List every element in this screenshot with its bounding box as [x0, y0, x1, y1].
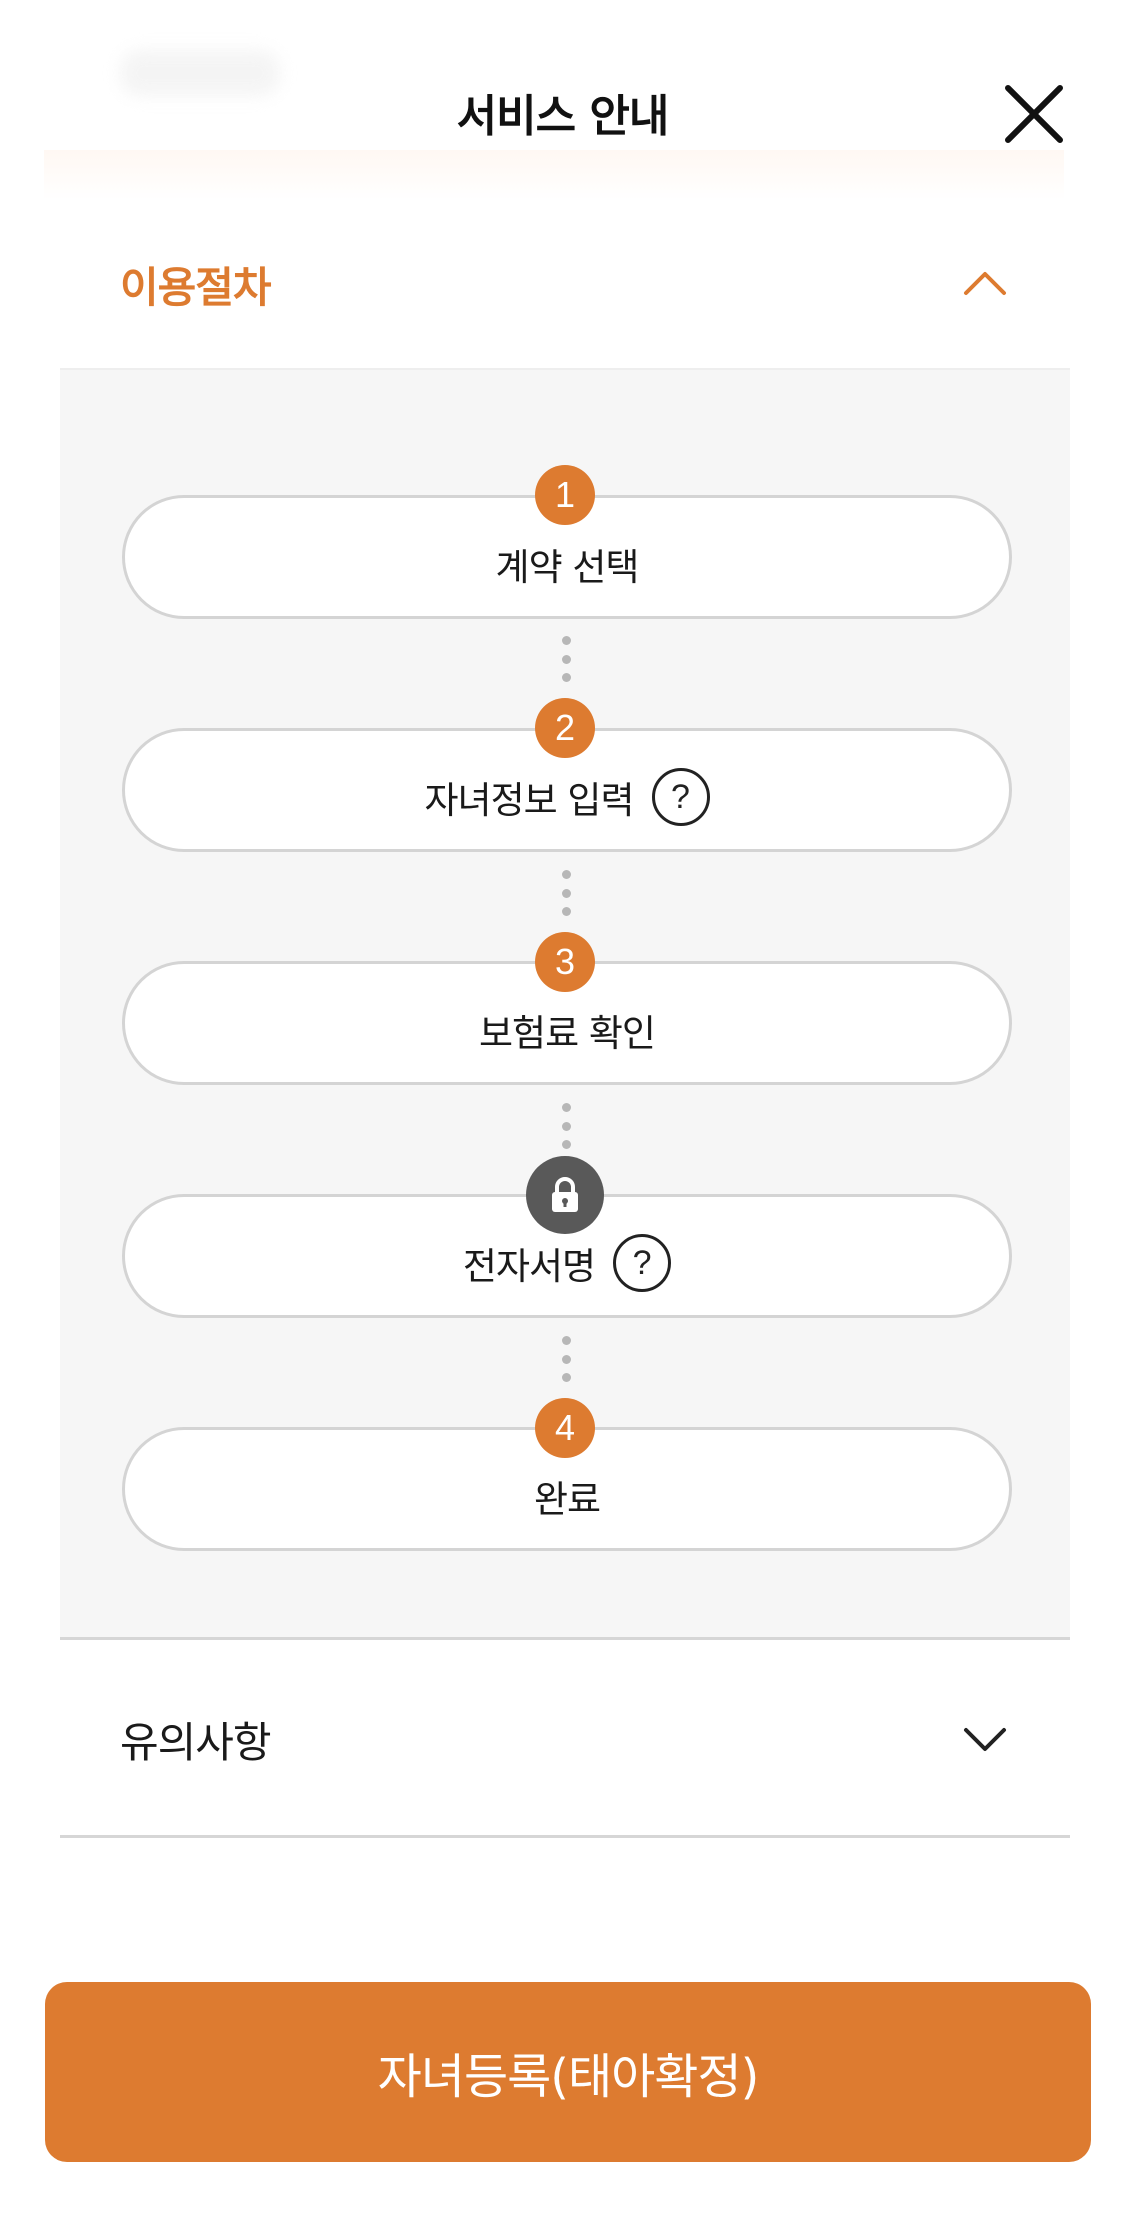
help-question-icon[interactable]: ?: [651, 768, 710, 826]
lock-icon: [552, 1177, 578, 1212]
lock-badge: [526, 1156, 604, 1234]
header: 서비스 안내: [0, 0, 1125, 200]
step-connector: [562, 870, 572, 916]
accordion-procedure[interactable]: 이용절차: [60, 200, 1070, 370]
step-number-badge: 3: [535, 932, 595, 992]
step-number-badge: 4: [535, 1398, 595, 1458]
chevron-down-icon: [964, 1728, 1006, 1751]
register-child-button[interactable]: 자녀등록(태아확정): [45, 1982, 1091, 2162]
chevron-up-icon: [964, 272, 1006, 295]
accordion-title: 이용절차: [120, 262, 272, 312]
step-label: 계약 선택: [495, 546, 640, 589]
service-guide-page: 서비스 안내 이용절차 계약 선택 1 자녀정보 입력 ? 2 보험료 확인 3…: [0, 0, 1125, 2227]
step-number-badge: 2: [535, 698, 595, 758]
step-connector: [562, 1103, 572, 1149]
step-label: 전자서명: [462, 1245, 596, 1288]
step-label: 완료: [533, 1478, 601, 1521]
accordion-title: 유의사항: [120, 1717, 272, 1767]
procedure-steps-panel: 계약 선택 1 자녀정보 입력 ? 2 보험료 확인 3 전자서명 ? 완료 4: [60, 370, 1070, 1640]
page-title: 서비스 안내: [456, 91, 670, 142]
step-connector: [562, 636, 572, 682]
step-label: 보험료 확인: [479, 1012, 656, 1055]
header-divider: [44, 150, 1064, 200]
step-label: 자녀정보 입력: [424, 779, 634, 822]
accordion-notice[interactable]: 유의사항: [60, 1643, 1070, 1838]
help-question-icon[interactable]: ?: [613, 1234, 672, 1292]
close-icon: [1005, 85, 1063, 143]
close-button[interactable]: [1002, 82, 1066, 146]
step-number-badge: 1: [535, 465, 595, 525]
step-connector: [562, 1336, 572, 1382]
